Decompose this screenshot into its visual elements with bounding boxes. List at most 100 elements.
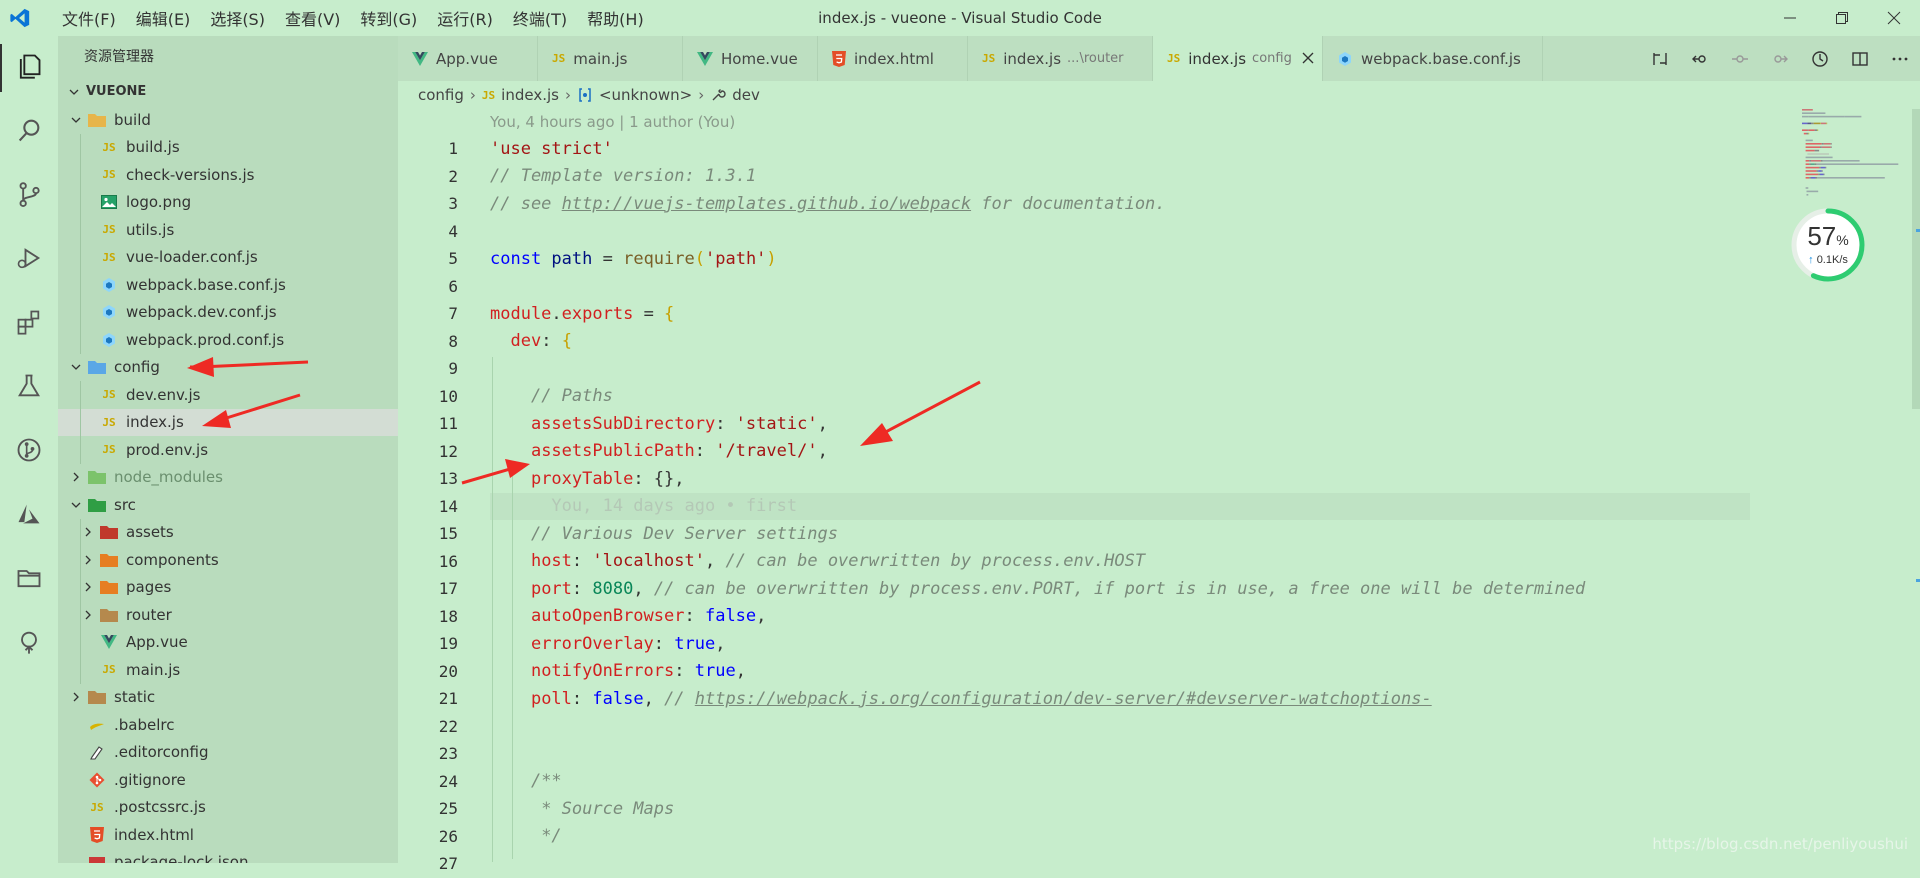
tree-file[interactable]: JS .postcssrc.js [58,794,398,822]
tree-file[interactable]: JS main.js [58,656,398,684]
activity-azure-button[interactable] [0,484,58,548]
code-token: // Paths [530,386,613,407]
menu-item[interactable]: 查看(V) [275,6,350,30]
network-speed-gauge[interactable]: 57% ↑ 0.1K/s [1790,207,1866,283]
tree-file[interactable]: JS build.js [58,133,398,161]
code-editor[interactable]: You, 4 hours ago | 1 author (You) 1 'use … [398,109,1920,873]
activity-git-graph-button[interactable] [0,420,58,484]
tree-folder[interactable]: src [58,491,398,519]
activity-testing-button[interactable] [0,356,58,420]
tree-folder[interactable]: assets [58,518,398,546]
next-change-button[interactable] [1760,36,1800,81]
tree-file[interactable]: JS vue-loader.conf.js [58,243,398,271]
menu-item[interactable]: 文件(F) [52,6,126,30]
editor-tab[interactable]: JS main.js [538,36,683,81]
codelens-blame[interactable]: You, 4 hours ago | 1 author (You) [490,113,735,131]
tree-file[interactable]: .gitignore [58,766,398,794]
commit-button[interactable] [1720,36,1760,81]
menu-item[interactable]: 转到(G) [350,6,427,30]
activity-explorer-button[interactable] [0,36,58,100]
line-number: 3 [448,194,458,214]
code-token: dev [510,331,542,352]
tree-file[interactable]: JS dev.env.js [58,381,398,409]
breadcrumb-file[interactable]: index.js [501,86,559,104]
tree-file[interactable]: JS check-versions.js [58,161,398,189]
minimap-line [1814,149,1820,152]
gauge-percent-unit: % [1836,232,1849,248]
minimap-line [1806,132,1809,135]
tab-close-icon[interactable] [1302,49,1314,68]
more-actions-button[interactable] [1880,36,1920,81]
restore-button[interactable] [1816,0,1868,36]
tree-folder[interactable]: components [58,546,398,574]
tree-file[interactable]: .babelrc [58,711,398,739]
tree-folder[interactable]: router [58,601,398,629]
editorconfig-file-icon [88,744,106,760]
activity-search-button[interactable] [0,100,58,164]
minimap-line [1820,122,1821,125]
tree-file[interactable]: logo.png [58,188,398,216]
tree-file[interactable]: webpack.base.conf.js [58,271,398,299]
editor-tab[interactable]: JS index.js config [1153,36,1323,81]
tree-folder[interactable]: config [58,354,398,382]
activity-folder-button[interactable] [0,548,58,612]
minimap-line [1805,143,1822,145]
activity-extensions-button[interactable] [0,292,58,356]
editor-tab[interactable]: App.vue [398,36,538,81]
minimize-button[interactable] [1764,0,1816,36]
tree-file[interactable]: JS index.js [58,408,398,436]
tree-file[interactable]: webpack.prod.conf.js [58,326,398,354]
menu-item[interactable]: 编辑(E) [126,6,201,30]
tree-folder[interactable]: build [58,106,398,134]
tree-item-label: App.vue [126,633,188,652]
activity-run-debug-button[interactable] [0,228,58,292]
open-changes-button[interactable] [1640,36,1680,81]
timeline-button[interactable] [1800,36,1840,81]
line-number: 26 [438,826,458,846]
tree-file[interactable]: .editorconfig [58,739,398,767]
tree-file[interactable]: JS prod.env.js [58,436,398,464]
tree-file[interactable]: JS utils.js [58,216,398,244]
tree-folder[interactable]: pages [58,573,398,601]
tree-file[interactable]: package-lock.json [58,849,398,863]
menu-item[interactable]: 帮助(H) [577,6,654,30]
tree-folder[interactable]: node_modules [58,464,398,492]
editor-tab[interactable]: index.html [818,36,968,81]
close-button[interactable] [1868,0,1920,36]
code-token: : [694,441,716,462]
tree-folder[interactable]: static [58,684,398,712]
tree-item-label: static [114,688,156,707]
tree-file[interactable]: App.vue [58,628,398,656]
menu-item[interactable]: 运行(R) [427,6,503,30]
previous-change-button[interactable] [1680,36,1720,81]
indent-guide [80,436,81,464]
menu-item[interactable]: 选择(S) [200,6,275,30]
minimize-icon [1784,17,1796,19]
breadcrumb-scope[interactable]: <unknown> [599,86,692,104]
menu-item[interactable]: 终端(T) [503,6,577,30]
editor-tab[interactable]: Home.vue [683,36,818,81]
editor-tab[interactable]: webpack.base.conf.js [1323,36,1543,81]
tree-file[interactable]: index.html [58,821,398,849]
workspace-section-header[interactable]: VUEONE [58,78,398,106]
code-line: 23 [398,740,1798,768]
activity-tree-button[interactable] [0,612,58,676]
tree-item-label: check-versions.js [126,165,255,184]
code-token: * Source Maps [541,798,675,819]
split-editor-button[interactable] [1840,36,1880,81]
breadcrumb-symbol[interactable]: dev [732,86,760,104]
minimap-line [1819,166,1821,169]
webpack-file-icon [100,304,118,320]
breadcrumb-folder[interactable]: config [418,86,464,104]
tree-file[interactable]: webpack.dev.conf.js [58,298,398,326]
activity-source-control-button[interactable] [0,164,58,228]
editor-tab[interactable]: JS index.js ...\router [968,36,1153,81]
line-number: 4 [448,221,458,241]
line-code: // Template version: 1.3.1 [490,166,756,186]
code-line: 25 * Source Maps [398,795,1798,823]
workspace-name: VUEONE [86,84,147,99]
